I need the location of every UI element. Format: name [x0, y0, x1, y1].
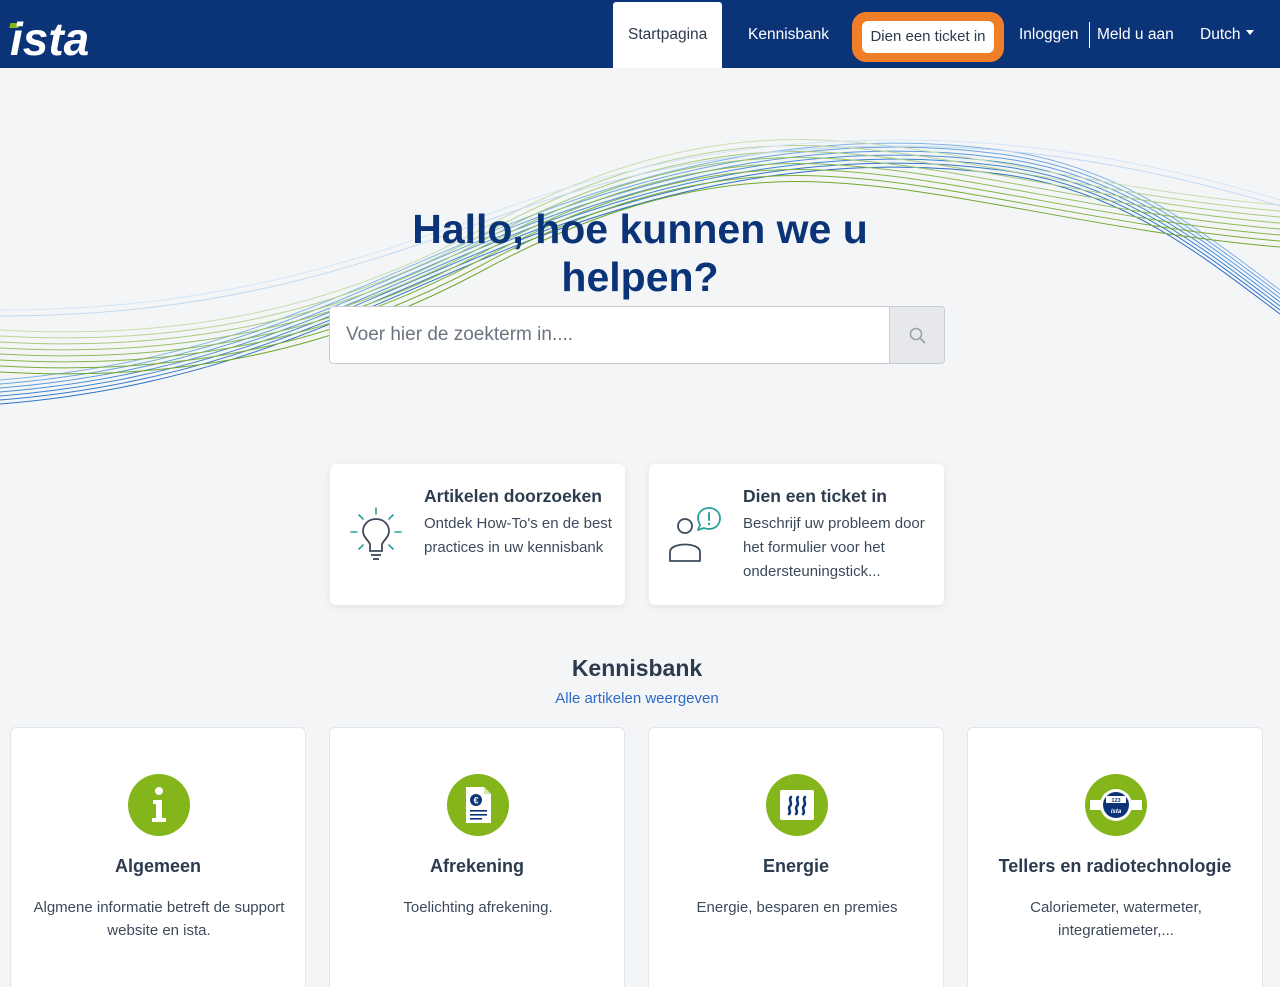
nav-submit-ticket-highlight[interactable]: Dien een ticket in: [852, 12, 1004, 62]
action-description: Beschrijf uw probleem door het formulier…: [743, 515, 925, 580]
main-nav: Startpagina Kennisbank Dien een ticket i…: [0, 0, 1280, 68]
category-description: Caloriemeter, watermeter, integratiemete…: [1030, 899, 1202, 939]
category-name: Energie: [762, 856, 830, 876]
category-name: Tellers en radiotechnologie: [998, 856, 1232, 876]
top-navbar: ista Startpagina Kennisbank Dien een tic…: [0, 0, 1280, 68]
view-all-articles-link[interactable]: Alle artikelen weergeven: [0, 690, 1274, 707]
category-description: Energie, besparen en premies: [696, 899, 898, 916]
category-card-algemeen[interactable]: Algemeen Algmene informatie betreft de s…: [10, 727, 306, 987]
action-card-search-articles[interactable]: Artikelen doorzoeken Ontdek How-To's en …: [330, 464, 625, 605]
info-icon: [128, 774, 190, 836]
category-card-energie[interactable]: Energie Energie, besparen en premies: [648, 727, 944, 987]
lightbulb-icon: [350, 507, 402, 560]
meter-icon: 123 ista: [1085, 774, 1147, 836]
nav-login[interactable]: Inloggen: [1019, 0, 1078, 68]
nav-knowledge-base[interactable]: Kennisbank: [748, 0, 829, 68]
search-icon: [909, 327, 926, 344]
nav-submit-ticket[interactable]: Dien een ticket in: [862, 21, 994, 53]
category-description: Algmene informatie betreft de support we…: [33, 899, 285, 939]
heat-icon: [766, 774, 828, 836]
action-title: Dien een ticket in: [743, 486, 887, 506]
user-alert-icon: [669, 507, 721, 562]
nav-divider: [1089, 22, 1090, 48]
nav-home[interactable]: Startpagina: [613, 2, 723, 68]
category-name: Afrekening: [429, 856, 525, 876]
hero-title: Hallo, hoe kunnen we u helpen?: [412, 206, 868, 300]
category-card-afrekening[interactable]: € Afrekening Toelichting afrekening.: [329, 727, 625, 987]
invoice-euro-icon: €: [447, 774, 509, 836]
language-dropdown[interactable]: Dutch: [1200, 0, 1254, 68]
category-description: Toelichting afrekening.: [403, 899, 553, 916]
svg-text:€: €: [473, 796, 478, 806]
search-bar: [329, 306, 945, 364]
category-card-tellers[interactable]: 123 ista Tellers en radiotechnologie Cal…: [967, 727, 1263, 987]
knowledge-base-title: Kennisbank: [571, 655, 703, 681]
action-description: Ontdek How-To's en de best practices in …: [424, 515, 612, 556]
language-label: Dutch: [1200, 26, 1241, 43]
meter-reading: 123: [1111, 798, 1120, 804]
action-title: Artikelen doorzoeken: [424, 486, 602, 506]
action-card-submit-ticket[interactable]: Dien een ticket in Beschrijf uw probleem…: [649, 464, 944, 605]
nav-register[interactable]: Meld u aan: [1097, 0, 1174, 68]
caret-down-icon: [1245, 30, 1254, 36]
meter-brand: ista: [1111, 809, 1122, 815]
search-input[interactable]: [330, 307, 890, 363]
search-button[interactable]: [889, 307, 944, 363]
category-name: Algemeen: [114, 856, 202, 876]
